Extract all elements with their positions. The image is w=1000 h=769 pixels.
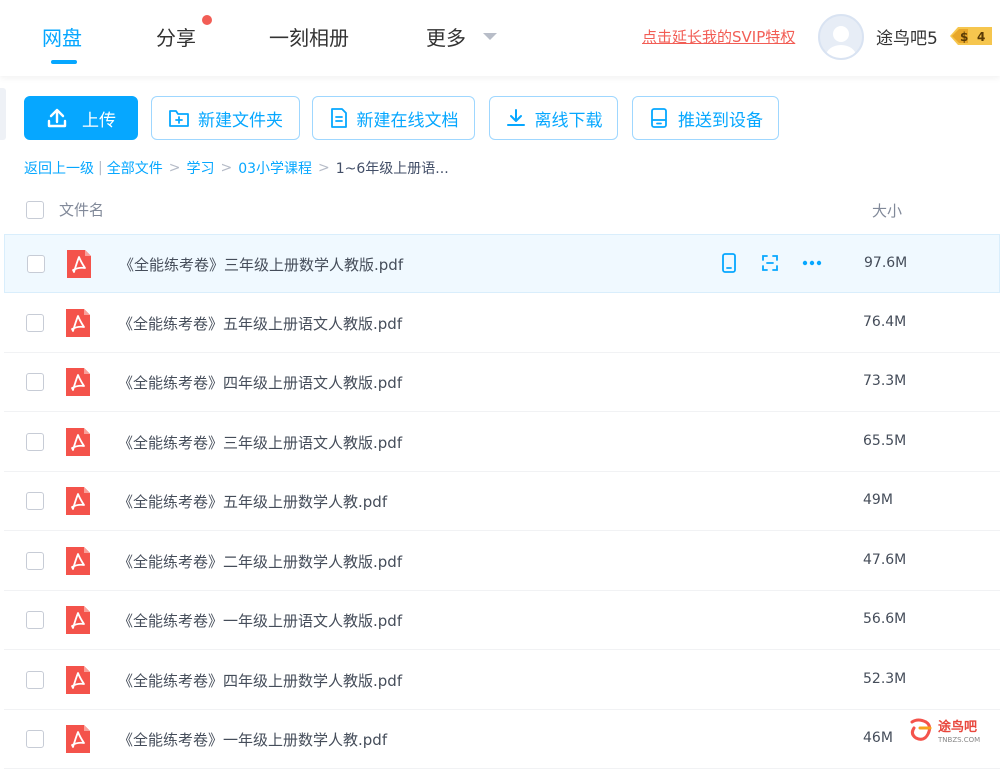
- breadcrumb-divider: |: [98, 160, 103, 176]
- download-icon: [506, 109, 525, 126]
- file-size: 56.6M: [863, 611, 907, 627]
- breadcrumb-item-study[interactable]: 学习: [186, 158, 214, 178]
- file-row[interactable]: 《全能练考卷》一年级上册数学人教.pdf 46M: [4, 710, 1000, 769]
- breadcrumb-separator: >: [168, 160, 181, 176]
- file-row[interactable]: 《全能练考卷》五年级上册数学人教.pdf 49M: [4, 472, 1000, 531]
- new-online-doc-label: 新建在线文档: [356, 110, 459, 131]
- breadcrumb-item-all-files[interactable]: 全部文件: [107, 158, 163, 178]
- breadcrumb-separator: >: [220, 160, 233, 176]
- pdf-file-icon: [66, 546, 90, 575]
- row-checkbox[interactable]: [27, 255, 45, 273]
- breadcrumb-current: 1~6年级上册语...: [335, 161, 449, 177]
- device-icon: [651, 108, 667, 128]
- svg-text:$: $: [960, 30, 968, 44]
- share-notification-dot: [202, 15, 212, 25]
- row-checkbox[interactable]: [26, 611, 44, 629]
- share-icon[interactable]: [759, 252, 781, 274]
- breadcrumb: 返回上一级 | 全部文件 > 学习 > 03小学课程 > 1~6年级上册语...: [24, 158, 449, 178]
- file-list-header: 文件名 大小: [0, 190, 1000, 230]
- new-folder-icon: [169, 110, 189, 127]
- file-name[interactable]: 《全能练考卷》五年级上册语文人教版.pdf: [118, 313, 402, 334]
- file-row[interactable]: 《全能练考卷》二年级上册数学人教版.pdf 47.6M: [4, 532, 1000, 591]
- file-size: 65.5M: [863, 432, 907, 449]
- pdf-file-icon: [66, 606, 90, 634]
- row-checkbox[interactable]: [26, 432, 44, 451]
- file-row[interactable]: 《全能练考卷》五年级上册语文人教版.pdf 76.4M: [4, 294, 1000, 353]
- file-name[interactable]: 《全能练考卷》四年级上册语文人教版.pdf: [118, 372, 402, 393]
- upload-icon: [47, 108, 67, 128]
- file-size: 46M: [863, 730, 893, 746]
- document-icon: [330, 108, 347, 128]
- file-name[interactable]: 《全能练考卷》四年级上册数学人教版.pdf: [118, 670, 402, 691]
- row-checkbox[interactable]: [26, 551, 44, 570]
- new-folder-label: 新建文件夹: [198, 110, 283, 131]
- tab-netdisk[interactable]: 网盘: [42, 22, 82, 51]
- chevron-down-icon[interactable]: [483, 33, 497, 40]
- upload-label: 上传: [82, 110, 116, 131]
- file-row[interactable]: 《全能练考卷》三年级上册数学人教版.pdf 97.6M: [4, 234, 1000, 293]
- collapsed-sidebar-handle[interactable]: [0, 88, 6, 140]
- file-name[interactable]: 《全能练考卷》一年级上册数学人教.pdf: [118, 729, 387, 750]
- pdf-file-icon: [66, 427, 90, 456]
- file-size: 73.3M: [863, 373, 907, 389]
- file-row[interactable]: 《全能练考卷》四年级上册语文人教版.pdf 73.3M: [4, 353, 1000, 412]
- svg-text:TNBZS.COM: TNBZS.COM: [937, 736, 980, 744]
- pdf-file-icon: [66, 487, 90, 515]
- active-tab-underline: [51, 60, 77, 64]
- row-checkbox[interactable]: [26, 670, 44, 689]
- file-name[interactable]: 《全能练考卷》三年级上册语文人教版.pdf: [118, 432, 402, 453]
- user-avatar-icon: [826, 26, 856, 58]
- pdf-file-icon: [66, 665, 90, 694]
- row-checkbox[interactable]: [26, 730, 44, 748]
- file-row[interactable]: 《全能练考卷》四年级上册数学人教版.pdf 52.3M: [4, 651, 1000, 710]
- breadcrumb-separator: >: [318, 160, 330, 176]
- file-size: 49M: [863, 492, 893, 508]
- breadcrumb-back-link[interactable]: 返回上一级: [24, 158, 94, 178]
- file-size: 76.4M: [863, 313, 907, 330]
- file-size: 52.3M: [863, 670, 907, 687]
- new-online-doc-button[interactable]: 新建在线文档: [312, 96, 475, 140]
- pdf-file-icon: [66, 725, 90, 753]
- push-to-device-label: 推送到设备: [678, 110, 763, 131]
- send-to-phone-icon[interactable]: [719, 252, 739, 274]
- row-checkbox[interactable]: [26, 313, 44, 332]
- pdf-file-icon: [67, 250, 91, 278]
- row-actions: [719, 252, 823, 274]
- row-checkbox[interactable]: [26, 492, 44, 510]
- username[interactable]: 途鸟吧5: [876, 24, 938, 49]
- row-checkbox[interactable]: [26, 373, 44, 391]
- select-all-checkbox[interactable]: [26, 201, 44, 219]
- pdf-file-icon: [66, 368, 90, 396]
- push-to-device-button[interactable]: 推送到设备: [632, 96, 779, 140]
- svg-text:途鸟吧: 途鸟吧: [938, 719, 977, 735]
- file-size: 97.6M: [864, 255, 908, 271]
- avatar[interactable]: [818, 14, 864, 60]
- breadcrumb-item-course[interactable]: 03小学课程: [238, 158, 312, 178]
- new-folder-button[interactable]: 新建文件夹: [151, 96, 300, 140]
- file-name[interactable]: 《全能练考卷》二年级上册数学人教版.pdf: [118, 551, 402, 572]
- svip-extend-link[interactable]: 点击延长我的SVIP特权: [642, 26, 795, 47]
- offline-download-button[interactable]: 离线下载: [489, 96, 618, 140]
- tab-more[interactable]: 更多: [426, 22, 466, 51]
- file-name[interactable]: 《全能练考卷》三年级上册数学人教版.pdf: [119, 254, 403, 275]
- vip-level-badge[interactable]: $ 4: [948, 25, 994, 47]
- file-name[interactable]: 《全能练考卷》五年级上册数学人教.pdf: [118, 491, 387, 512]
- pdf-file-icon: [66, 308, 90, 337]
- column-header-filename[interactable]: 文件名: [59, 199, 104, 220]
- file-row[interactable]: 《全能练考卷》三年级上册语文人教版.pdf 65.5M: [4, 413, 1000, 472]
- file-name[interactable]: 《全能练考卷》一年级上册语文人教版.pdf: [118, 610, 402, 631]
- offline-download-label: 离线下载: [534, 110, 603, 131]
- upload-button[interactable]: 上传: [24, 96, 138, 140]
- site-watermark-logo: 途鸟吧 TNBZS.COM: [910, 718, 980, 744]
- svg-text:4: 4: [977, 30, 985, 44]
- file-row[interactable]: 《全能练考卷》一年级上册语文人教版.pdf 56.6M: [4, 591, 1000, 650]
- tab-album[interactable]: 一刻相册: [269, 22, 349, 51]
- tab-share[interactable]: 分享: [156, 22, 196, 51]
- file-size: 47.6M: [863, 551, 907, 568]
- column-header-size[interactable]: 大小: [872, 200, 902, 221]
- more-options-icon[interactable]: [801, 252, 823, 274]
- top-nav: 网盘 分享 一刻相册 更多 点击延长我的SVIP特权 途鸟吧5 $ 4: [0, 0, 1000, 76]
